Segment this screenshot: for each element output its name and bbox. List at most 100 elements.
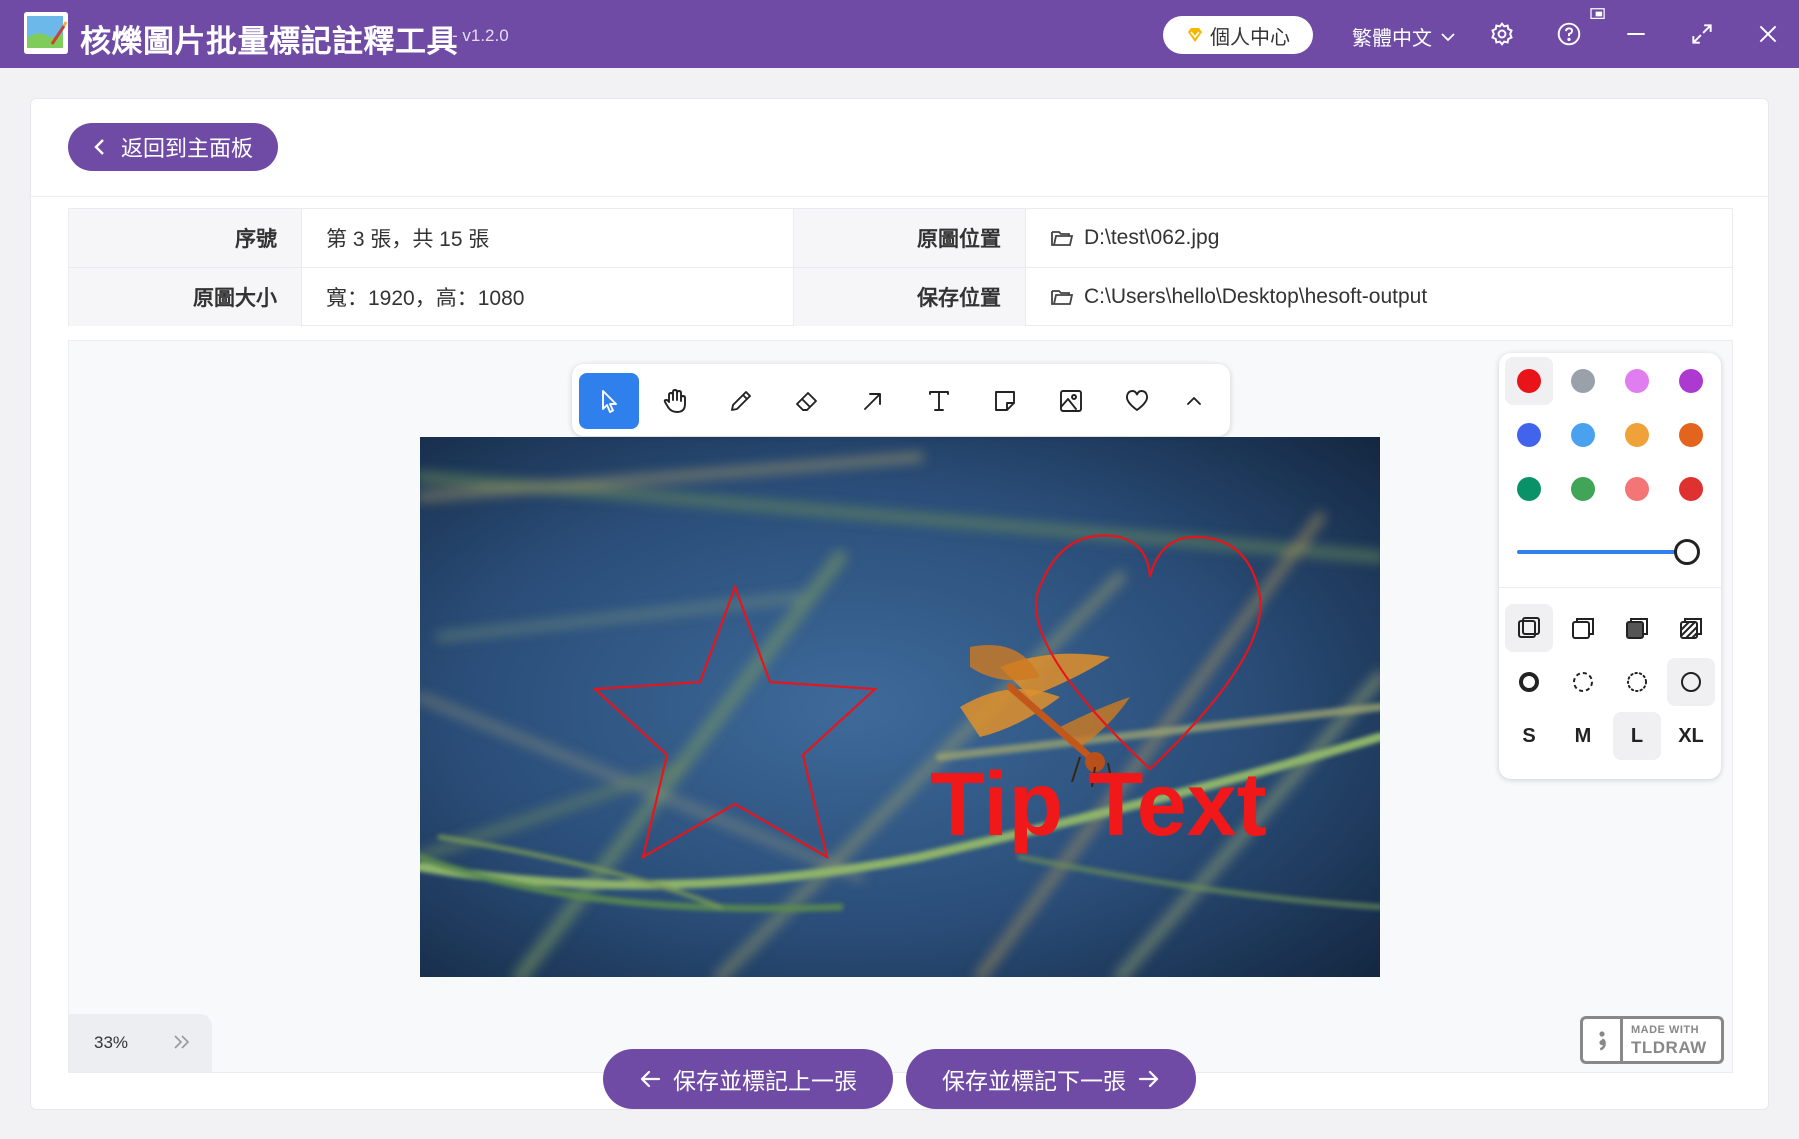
- heart-tool[interactable]: [1107, 373, 1167, 429]
- hand-tool[interactable]: [645, 373, 705, 429]
- dash-solid-button[interactable]: [1667, 658, 1715, 706]
- color-swatch[interactable]: [1559, 357, 1607, 405]
- hand-icon: [663, 389, 686, 413]
- made-with-tldraw-badge[interactable]: MADE WITH TLDRAW: [1580, 1016, 1724, 1064]
- image-icon: [1060, 390, 1082, 412]
- arrow-right-icon: [1138, 1070, 1159, 1088]
- color-swatch[interactable]: [1505, 411, 1553, 459]
- eraser-icon: [796, 392, 817, 411]
- fill-pattern-button[interactable]: [1667, 604, 1715, 652]
- zoom-control[interactable]: 33%: [68, 1014, 212, 1072]
- source-location-label: 原圖位置: [793, 209, 1025, 267]
- close-button[interactable]: [1753, 19, 1783, 49]
- branding-line2: TLDRAW: [1631, 1037, 1707, 1057]
- minimize-button[interactable]: [1621, 19, 1651, 49]
- previous-button-label: 保存並標記上一張: [673, 1068, 857, 1094]
- fill-semi-icon: [1572, 618, 1594, 639]
- gear-icon: [1491, 22, 1513, 46]
- fill-pattern-icon: [1680, 618, 1702, 639]
- size-l-button[interactable]: L: [1613, 712, 1661, 760]
- window-icon: [1590, 8, 1605, 19]
- fill-semi-button[interactable]: [1559, 604, 1607, 652]
- index-label: 序號: [69, 209, 301, 267]
- save-location-value[interactable]: C:\Users\hello\Desktop\hesoft-output: [1025, 268, 1734, 326]
- language-selector[interactable]: 繁體中文: [1352, 22, 1456, 51]
- diamond-icon: [1188, 28, 1202, 42]
- color-swatch[interactable]: [1505, 357, 1553, 405]
- color-swatch[interactable]: [1613, 411, 1661, 459]
- eraser-tool[interactable]: [777, 373, 837, 429]
- text-tool[interactable]: [909, 373, 969, 429]
- color-swatch[interactable]: [1505, 465, 1553, 513]
- save-and-previous-button[interactable]: 保存並標記上一張: [603, 1049, 893, 1109]
- close-icon: [1759, 25, 1777, 43]
- opacity-slider-track[interactable]: [1517, 550, 1685, 554]
- opacity-slider-thumb[interactable]: [1674, 539, 1700, 565]
- dash-draw-button[interactable]: [1505, 658, 1553, 706]
- chevron-down-icon: [1441, 32, 1455, 41]
- size-m-button[interactable]: M: [1559, 712, 1607, 760]
- color-blue: [1517, 423, 1541, 447]
- color-dark-red: [1679, 477, 1703, 501]
- color-swatch[interactable]: [1667, 357, 1715, 405]
- color-green: [1517, 477, 1541, 501]
- tip-text-annotation: Tip Text: [930, 755, 1267, 855]
- app-logo-icon: [24, 12, 68, 54]
- color-light-violet: [1625, 369, 1649, 393]
- color-red: [1517, 369, 1541, 393]
- cursor-icon: [602, 390, 617, 413]
- user-center-button[interactable]: 個人中心: [1163, 16, 1313, 54]
- dash-dotted-button[interactable]: [1613, 658, 1661, 706]
- sticky-note-icon: [995, 391, 1015, 411]
- help-icon: [1557, 22, 1581, 46]
- arrow-tool[interactable]: [843, 373, 903, 429]
- save-location-label: 保存位置: [793, 268, 1025, 326]
- minimize-icon: [1627, 33, 1645, 35]
- color-violet: [1679, 369, 1703, 393]
- image-tool[interactable]: [1041, 373, 1101, 429]
- more-tools-button[interactable]: [1164, 373, 1224, 429]
- source-path: D:\test\062.jpg: [1084, 226, 1220, 249]
- folder-icon: [1051, 290, 1074, 305]
- size-s-button[interactable]: S: [1505, 712, 1553, 760]
- expand-menu-button[interactable]: [172, 1033, 192, 1051]
- color-swatch[interactable]: [1667, 411, 1715, 459]
- back-button-label: 返回到主面板: [120, 136, 253, 161]
- circle-outline-icon: [1681, 672, 1701, 692]
- heart-icon: [1125, 390, 1149, 411]
- source-location-value[interactable]: D:\test\062.jpg: [1025, 209, 1734, 267]
- color-swatch[interactable]: [1559, 411, 1607, 459]
- dash-dashed-button[interactable]: [1559, 658, 1607, 706]
- back-to-dashboard-button[interactable]: 返回到主面板: [68, 123, 278, 171]
- select-tool[interactable]: [579, 373, 639, 429]
- double-chevron-right-icon: [174, 1035, 190, 1049]
- style-panel: S M L XL: [1499, 353, 1721, 779]
- draw-tool[interactable]: [711, 373, 771, 429]
- image-info-table: 序號 第 3 張，共 15 張 原圖位置 D:\test\062.jpg 原圖大…: [68, 208, 1733, 326]
- help-button[interactable]: [1554, 19, 1584, 49]
- circle-dashed-icon: [1573, 672, 1593, 692]
- color-swatch[interactable]: [1667, 465, 1715, 513]
- size-value: 寬：1920，高：1080: [301, 268, 793, 326]
- maximize-button[interactable]: [1687, 19, 1717, 49]
- color-grey: [1571, 369, 1595, 393]
- size-xl-button[interactable]: XL: [1667, 712, 1715, 760]
- user-center-label: 個人中心: [1210, 26, 1290, 49]
- mini-window-button[interactable]: [1588, 6, 1608, 22]
- color-light-red: [1625, 477, 1649, 501]
- size-label: 原圖大小: [69, 268, 301, 326]
- chevron-up-icon: [1187, 397, 1201, 405]
- tldraw-logo-icon: [1583, 1019, 1623, 1061]
- color-swatch[interactable]: [1613, 465, 1661, 513]
- save-and-next-button[interactable]: 保存並標記下一張: [906, 1049, 1196, 1109]
- color-swatch[interactable]: [1559, 465, 1607, 513]
- divider: [1499, 587, 1721, 588]
- title-bar: 核爍圖片批量標記註釋工具 - v1.2.0 個人中心 繁體中文: [0, 0, 1799, 68]
- fill-none-button[interactable]: [1505, 604, 1553, 652]
- note-tool[interactable]: [975, 373, 1035, 429]
- annotated-image[interactable]: Tip Text: [420, 437, 1380, 977]
- fill-solid-button[interactable]: [1613, 604, 1661, 652]
- language-label: 繁體中文: [1352, 28, 1432, 50]
- settings-button[interactable]: [1487, 19, 1517, 49]
- color-swatch[interactable]: [1613, 357, 1661, 405]
